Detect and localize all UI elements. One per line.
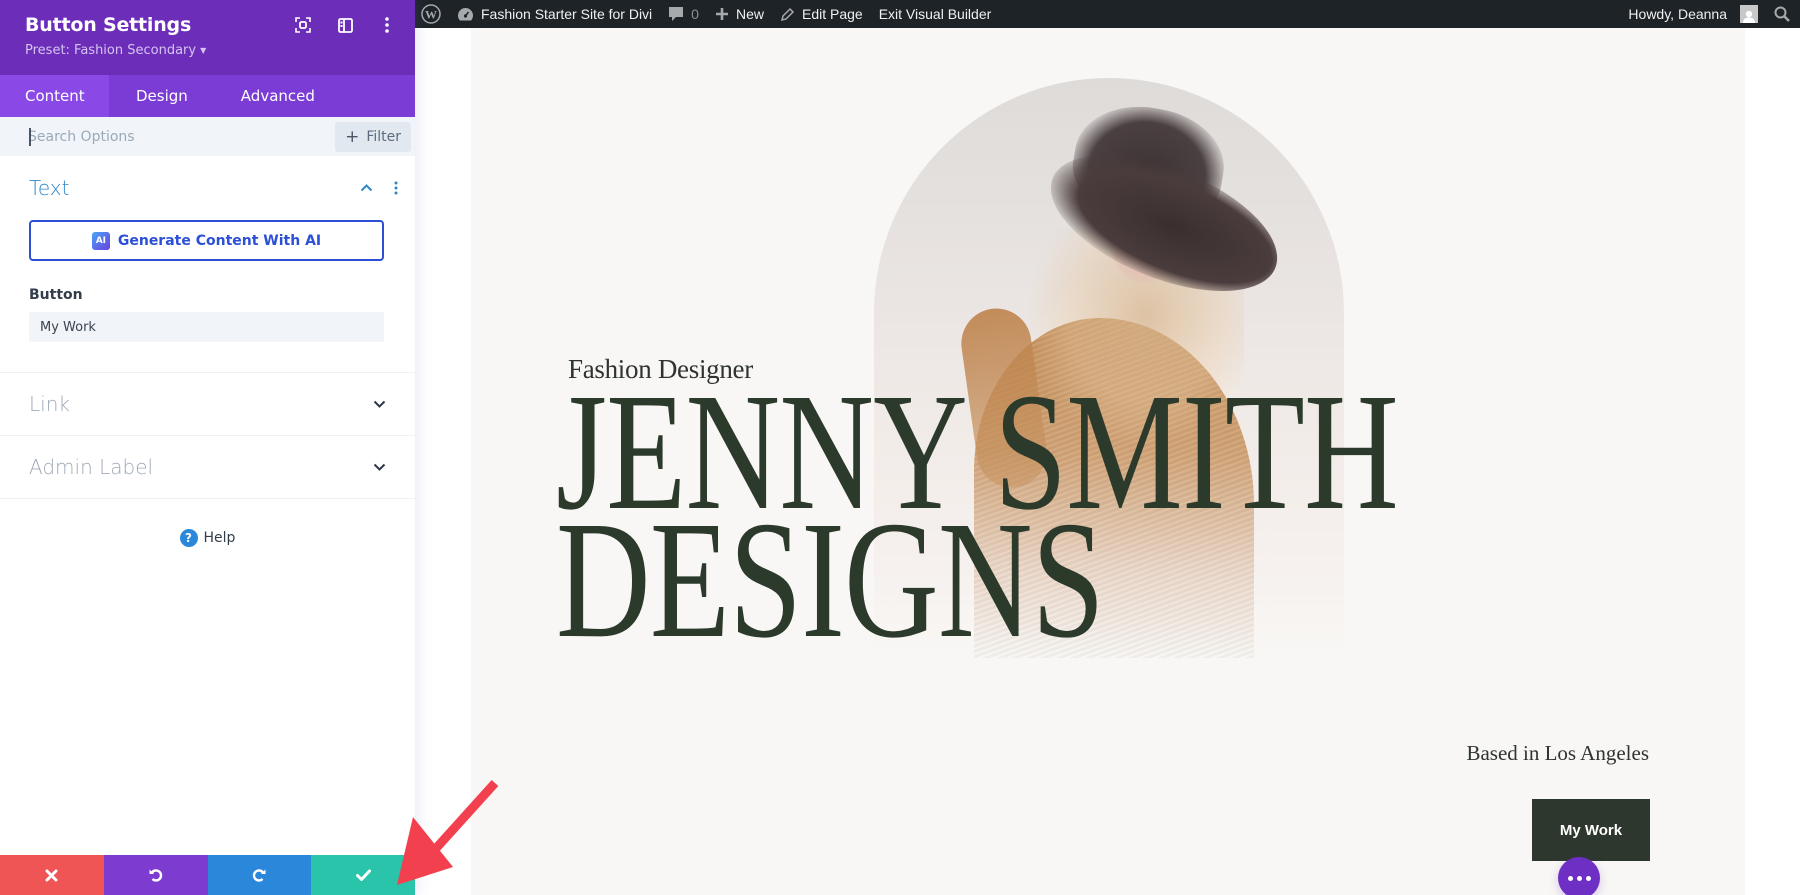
help-label: Help (203, 530, 236, 546)
split-view-icon[interactable] (333, 16, 357, 34)
builder-options-button[interactable] (1558, 857, 1600, 895)
pencil-icon (780, 7, 795, 21)
user-account-menu[interactable]: Howdy, Deanna (1620, 0, 1766, 28)
discard-icon (45, 869, 58, 881)
tab-content[interactable]: Content (0, 75, 109, 117)
comments-count: 0 (691, 6, 699, 22)
new-content-link[interactable]: New (707, 0, 772, 28)
my-work-button[interactable]: My Work (1532, 799, 1650, 861)
button-field-label: Button (29, 287, 83, 303)
search-icon (1774, 6, 1790, 22)
section-admin-label-title: Admin Label (29, 455, 154, 479)
caret-down-icon: ▼ (200, 46, 207, 55)
sidebar-header: Button Settings Preset: Fashion Secondar… (0, 0, 415, 75)
ai-button-label: Generate Content With AI (117, 232, 322, 249)
section-admin-label[interactable]: Admin Label (0, 436, 415, 499)
chevron-down-icon (372, 397, 386, 411)
filter-button[interactable]: + Filter (335, 121, 411, 152)
preset-dropdown[interactable]: Preset: Fashion Secondary ▼ (25, 43, 206, 58)
sidebar-tabs: Content Design Advanced (0, 75, 415, 117)
section-link[interactable]: Link (0, 373, 415, 436)
section-link-title: Link (29, 392, 70, 416)
text-cursor (29, 128, 31, 146)
svg-text:W: W (425, 8, 437, 22)
preset-label: Preset: Fashion Secondary (25, 43, 197, 58)
save-check-icon (355, 869, 371, 881)
focus-icon[interactable] (291, 16, 315, 34)
dot (1585, 875, 1591, 881)
search-button[interactable] (1766, 0, 1800, 28)
discard-button[interactable] (0, 855, 104, 895)
wordpress-logo-button[interactable]: W (415, 0, 449, 28)
search-bar: + Filter (0, 117, 415, 156)
section-text: Text AI Generate Content With AI Button (0, 156, 415, 373)
site-name: Fashion Starter Site for Divi (481, 6, 653, 22)
howdy-label: Howdy, Deanna (1628, 6, 1727, 22)
section-more-icon[interactable] (389, 181, 403, 195)
edit-page-link[interactable]: Edit Page (772, 0, 871, 28)
new-label: New (735, 6, 764, 22)
exit-visual-builder-link[interactable]: Exit Visual Builder (871, 0, 1000, 28)
filter-label: Filter (366, 128, 401, 145)
section-text-header[interactable]: Text (29, 156, 398, 220)
dashboard-icon (458, 7, 473, 20)
builder-canvas: Fashion Designer JENNY SMITH DESIGNS Bas… (415, 28, 1800, 895)
wp-admin-bar: W Fashion Starter Site for Divi 0 New Ed… (415, 0, 1800, 28)
plus-icon (715, 8, 728, 20)
chevron-up-icon[interactable] (359, 181, 373, 195)
undo-icon (149, 869, 162, 882)
avatar (1740, 5, 1758, 23)
hero-section: Fashion Designer JENNY SMITH DESIGNS Bas… (471, 28, 1745, 895)
more-vertical-icon[interactable] (375, 16, 399, 34)
tab-design[interactable]: Design (109, 75, 216, 117)
help-icon: ? (179, 529, 198, 547)
button-text-input[interactable] (29, 312, 384, 342)
edit-page-label: Edit Page (801, 6, 863, 22)
wordpress-icon: W (421, 4, 441, 24)
exit-label: Exit Visual Builder (878, 6, 992, 22)
help-link[interactable]: ? Help (0, 529, 415, 547)
location-text[interactable]: Based in Los Angeles (1466, 741, 1649, 766)
redo-button[interactable] (207, 855, 312, 895)
section-text-title: Text (29, 176, 70, 200)
sidebar-footer (0, 855, 415, 895)
chevron-down-icon (372, 460, 386, 474)
dot (1576, 875, 1582, 881)
save-button[interactable] (311, 855, 415, 895)
comments-link[interactable]: 0 (660, 0, 707, 28)
dot (1567, 875, 1573, 881)
settings-sidebar: Button Settings Preset: Fashion Secondar… (0, 0, 415, 895)
hero-headline[interactable]: JENNY SMITH DESIGNS (556, 368, 1399, 664)
ai-icon: AI (91, 231, 110, 250)
comment-icon (669, 7, 684, 21)
undo-button[interactable] (103, 855, 208, 895)
plus-icon: + (345, 126, 360, 147)
search-options-input[interactable] (28, 128, 336, 145)
site-name-link[interactable]: Fashion Starter Site for Divi (449, 0, 660, 28)
generate-content-ai-button[interactable]: AI Generate Content With AI (29, 220, 384, 261)
tab-advanced[interactable]: Advanced (216, 75, 340, 117)
redo-icon (253, 869, 266, 882)
